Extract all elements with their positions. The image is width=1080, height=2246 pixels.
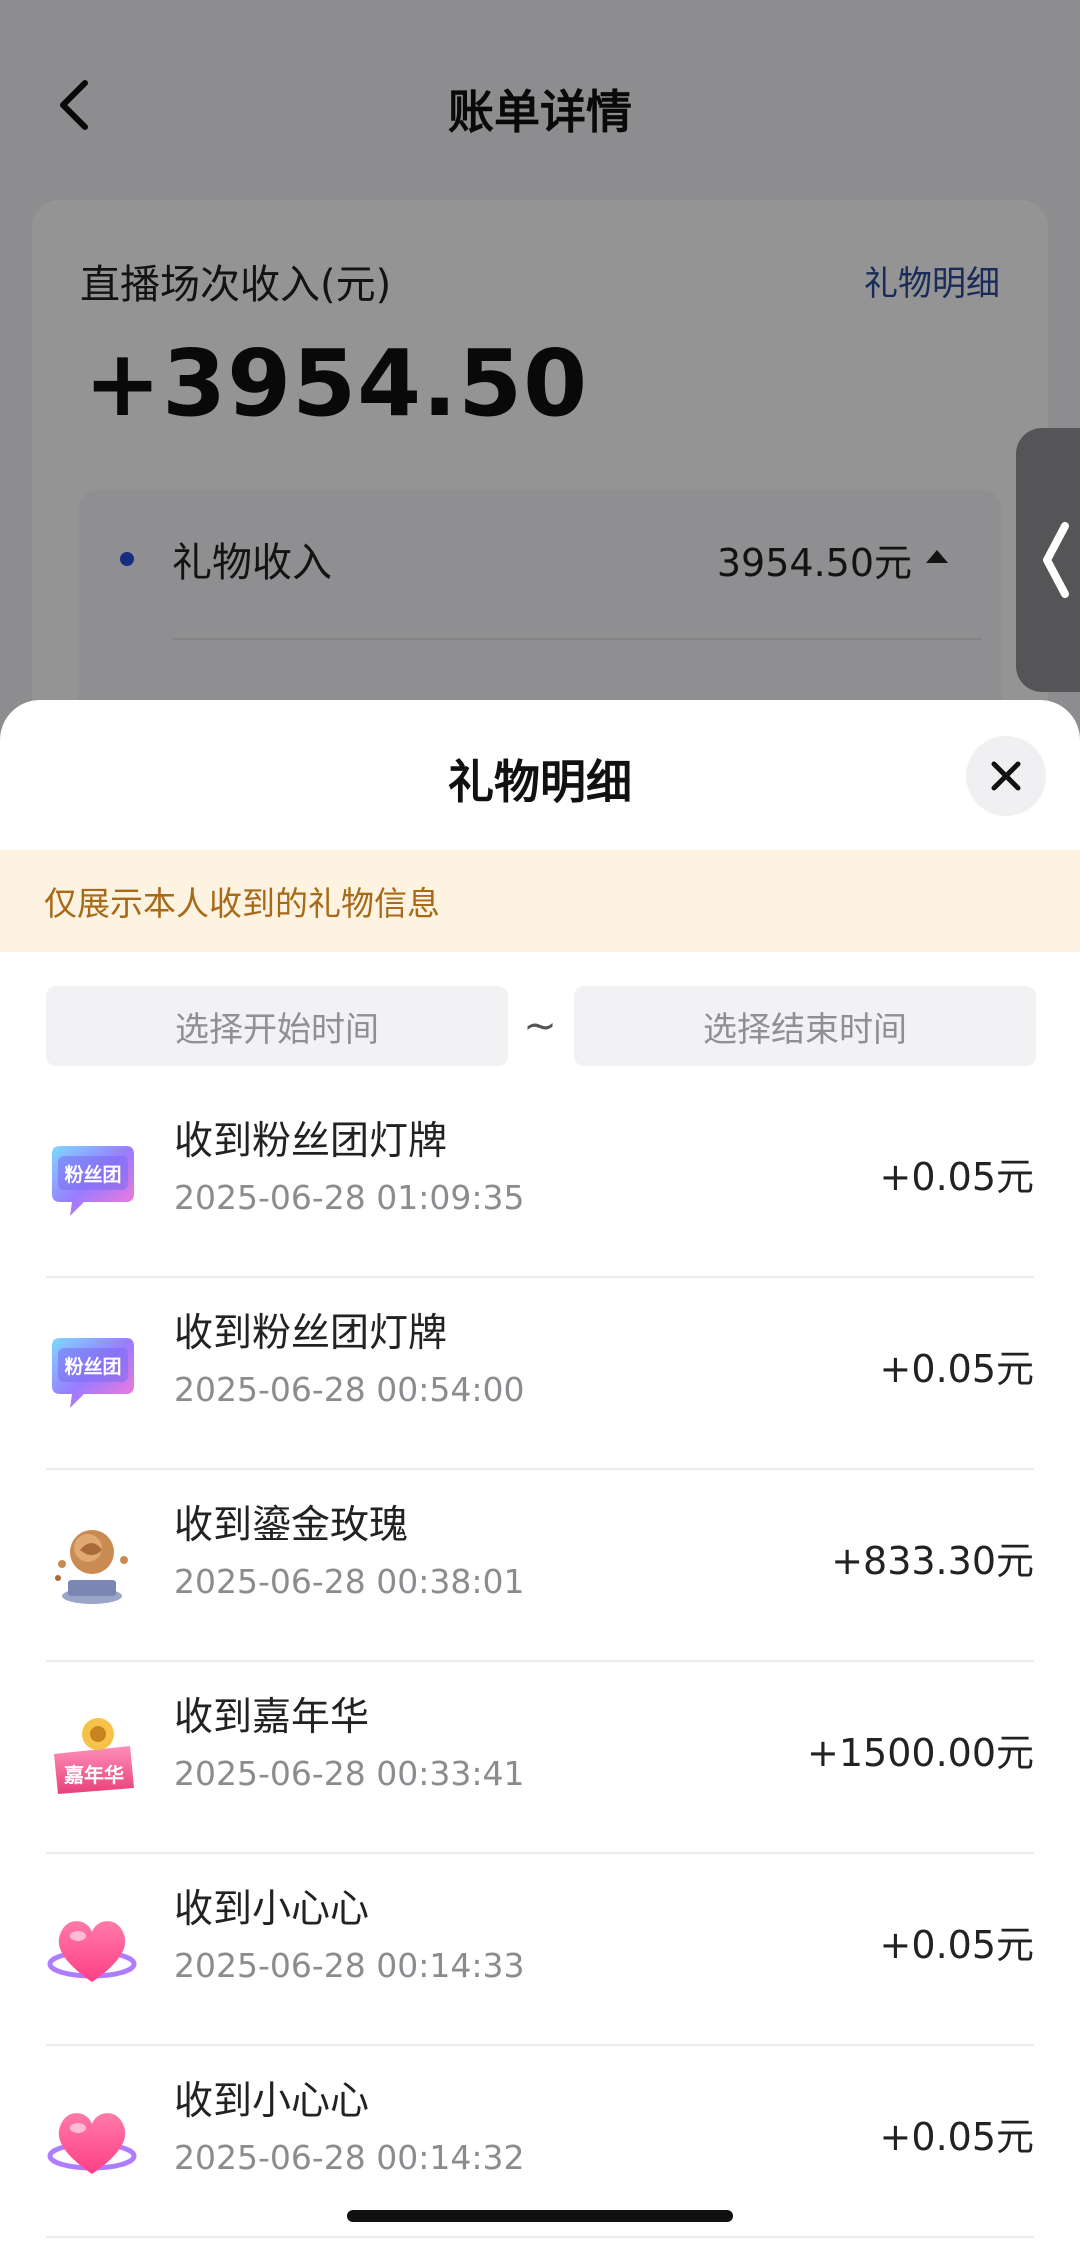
fan-club-badge-icon: 粉丝团 <box>52 1146 134 1216</box>
gift-time: 2025-06-28 00:14:33 <box>174 1946 525 1985</box>
heart-icon <box>47 2113 137 2174</box>
svg-text:粉丝团: 粉丝团 <box>64 1163 121 1186</box>
heart-icon <box>47 1921 137 1982</box>
fan-club-badge-icon: 粉丝团 <box>52 1338 134 1408</box>
golden-rose-icon <box>55 1530 128 1604</box>
gift-time: 2025-06-28 00:33:41 <box>174 1754 525 1793</box>
start-time-picker[interactable]: 选择开始时间 <box>46 986 508 1066</box>
svg-text:嘉年华: 嘉年华 <box>63 1763 124 1787</box>
gift-amount: +0.05元 <box>879 1155 1034 1199</box>
gift-title: 收到小心心 <box>174 2079 370 2124</box>
gift-time: 2025-06-28 00:38:01 <box>174 1562 525 1601</box>
list-item[interactable]: 粉丝团 收到粉丝团灯牌 2025-06-28 01:09:35 +0.05元 <box>0 1086 1080 1278</box>
gift-amount: +0.05元 <box>879 1347 1034 1391</box>
list-item[interactable]: 收到鎏金玫瑰 2025-06-28 00:38:01 +833.30元 <box>0 1470 1080 1662</box>
gift-title: 收到小心心 <box>174 1887 370 1932</box>
gift-detail-sheet: 礼物明细 仅展示本人收到的礼物信息 选择开始时间 ~ 选择结束时间 粉丝团 收到… <box>0 700 1080 2246</box>
home-indicator[interactable] <box>347 2210 733 2222</box>
carnival-icon: 嘉年华 <box>54 1718 134 1794</box>
notice-text: 仅展示本人收到的礼物信息 <box>44 884 440 923</box>
gift-list: 粉丝团 收到粉丝团灯牌 2025-06-28 01:09:35 +0.05元 粉… <box>0 1086 1080 2238</box>
end-time-picker[interactable]: 选择结束时间 <box>574 986 1036 1066</box>
gift-time: 2025-06-28 00:54:00 <box>174 1370 525 1409</box>
gift-title: 收到鎏金玫瑰 <box>174 1503 409 1548</box>
side-drawer-handle[interactable] <box>1016 428 1080 692</box>
gift-title: 收到嘉年华 <box>174 1695 370 1740</box>
gift-time: 2025-06-28 00:14:32 <box>174 2138 525 2177</box>
svg-text:粉丝团: 粉丝团 <box>64 1355 121 1378</box>
gift-title: 收到粉丝团灯牌 <box>174 1119 448 1164</box>
gift-time: 2025-06-28 01:09:35 <box>174 1178 525 1217</box>
date-range-filter: 选择开始时间 ~ 选择结束时间 <box>0 986 1080 1066</box>
list-item[interactable]: 嘉年华 收到嘉年华 2025-06-28 00:33:41 +1500.00元 <box>0 1662 1080 1854</box>
gift-amount: +0.05元 <box>879 2115 1034 2159</box>
gift-amount: +0.05元 <box>879 1923 1034 1967</box>
divider <box>46 2236 1034 2238</box>
close-icon <box>991 761 1021 791</box>
notice-banner: 仅展示本人收到的礼物信息 <box>0 850 1080 952</box>
bill-detail-page: 账单详情 直播场次收入(元) 礼物明细 +3954.50 礼物收入 3954.5… <box>0 0 1080 790</box>
gift-amount: +833.30元 <box>831 1539 1034 1583</box>
sheet-title: 礼物明细 <box>448 755 632 809</box>
list-item[interactable]: 收到小心心 2025-06-28 00:14:33 +0.05元 <box>0 1854 1080 2046</box>
dim-overlay[interactable] <box>0 0 1080 760</box>
gift-amount: +1500.00元 <box>807 1731 1034 1775</box>
list-item[interactable]: 粉丝团 收到粉丝团灯牌 2025-06-28 00:54:00 +0.05元 <box>0 1278 1080 1470</box>
range-separator: ~ <box>523 1003 557 1049</box>
chevron-left-icon <box>1043 522 1069 598</box>
close-button[interactable] <box>966 736 1046 816</box>
gift-title: 收到粉丝团灯牌 <box>174 1311 448 1356</box>
